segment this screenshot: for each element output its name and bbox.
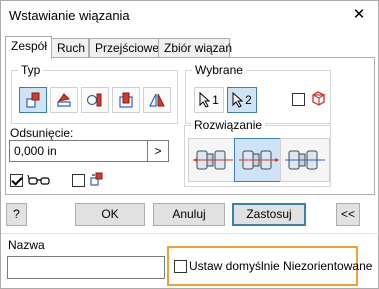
mate-constraint-icon (26, 92, 40, 108)
cursor-arrow-icon (199, 92, 211, 108)
predict-offset-checkbox[interactable] (72, 174, 85, 187)
cursor-arrow-icon (232, 92, 244, 108)
offset-label: Odsunięcie: (10, 126, 74, 140)
default-undirected-checkbox[interactable] (174, 260, 187, 273)
select-2-label: 2 (245, 93, 252, 107)
symmetry-constraint-icon (149, 93, 165, 107)
help-button[interactable]: ? (6, 203, 27, 226)
select-1-label: 1 (212, 93, 219, 107)
pick-part-first-icon (312, 91, 326, 106)
offset-input[interactable]: 0,000 in (9, 140, 148, 162)
offset-menu-button[interactable]: > (147, 140, 169, 162)
selections-group-legend: Wybrane (192, 63, 246, 77)
tab-assembly[interactable]: Zespół (5, 36, 52, 59)
glasses-icon (27, 174, 50, 185)
close-icon[interactable]: ✕ (350, 6, 368, 24)
ok-button[interactable]: OK (75, 203, 145, 226)
apply-button[interactable]: Zastosuj (232, 203, 306, 226)
type-group: Typ (11, 63, 178, 124)
default-undirected-label: Ustaw domyślnie Niezorientowane (189, 259, 373, 273)
insert-constraint-button[interactable] (112, 87, 140, 113)
collapse-button[interactable]: << (336, 203, 360, 226)
help-icon: ? (13, 207, 20, 221)
selections-group: Wybrane 1 2 (185, 63, 331, 124)
divider (1, 233, 379, 234)
tab-constraint-set[interactable]: Zbiór wiązań (158, 38, 232, 58)
solution-group: Rozwiązanie (184, 118, 331, 187)
show-preview-checkbox[interactable] (10, 174, 23, 187)
solution-flush-icon (239, 150, 279, 170)
symmetry-constraint-button[interactable] (143, 87, 171, 113)
place-constraint-dialog: Wstawianie wiązania ✕ Zespół Ruch Przejś… (0, 0, 379, 289)
tangent-constraint-button[interactable] (81, 87, 109, 113)
solution-undirected-icon (285, 150, 325, 170)
window-title: Wstawianie wiązania (9, 8, 130, 23)
tab-panel-assembly: Typ Wybrane 1 2 Odsunięcie: 0,000 in > R… (5, 57, 375, 195)
predict-offset-icon (90, 172, 103, 186)
select-1-button[interactable]: 1 (194, 87, 224, 113)
solution-undirected-button[interactable] (280, 138, 330, 182)
pick-part-first-checkbox[interactable] (292, 93, 305, 106)
solution-group-legend: Rozwiązanie (191, 118, 266, 132)
title-bar: Wstawianie wiązania ✕ (1, 1, 378, 31)
angle-constraint-icon (57, 93, 71, 107)
solution-mate-icon (193, 150, 233, 170)
solution-flush-button[interactable] (234, 138, 284, 182)
insert-constraint-icon (119, 92, 133, 108)
type-group-legend: Typ (18, 63, 44, 77)
mate-constraint-button[interactable] (19, 87, 47, 113)
name-input[interactable] (7, 256, 165, 279)
tab-transitional[interactable]: Przejściowe (89, 38, 159, 58)
select-2-button[interactable]: 2 (227, 87, 257, 113)
tab-motion[interactable]: Ruch (51, 38, 89, 58)
name-label: Nazwa (8, 238, 45, 252)
cancel-button[interactable]: Anuluj (153, 203, 225, 226)
tangent-constraint-icon (86, 93, 102, 107)
solution-mate-button[interactable] (188, 138, 238, 182)
angle-constraint-button[interactable] (50, 87, 78, 113)
